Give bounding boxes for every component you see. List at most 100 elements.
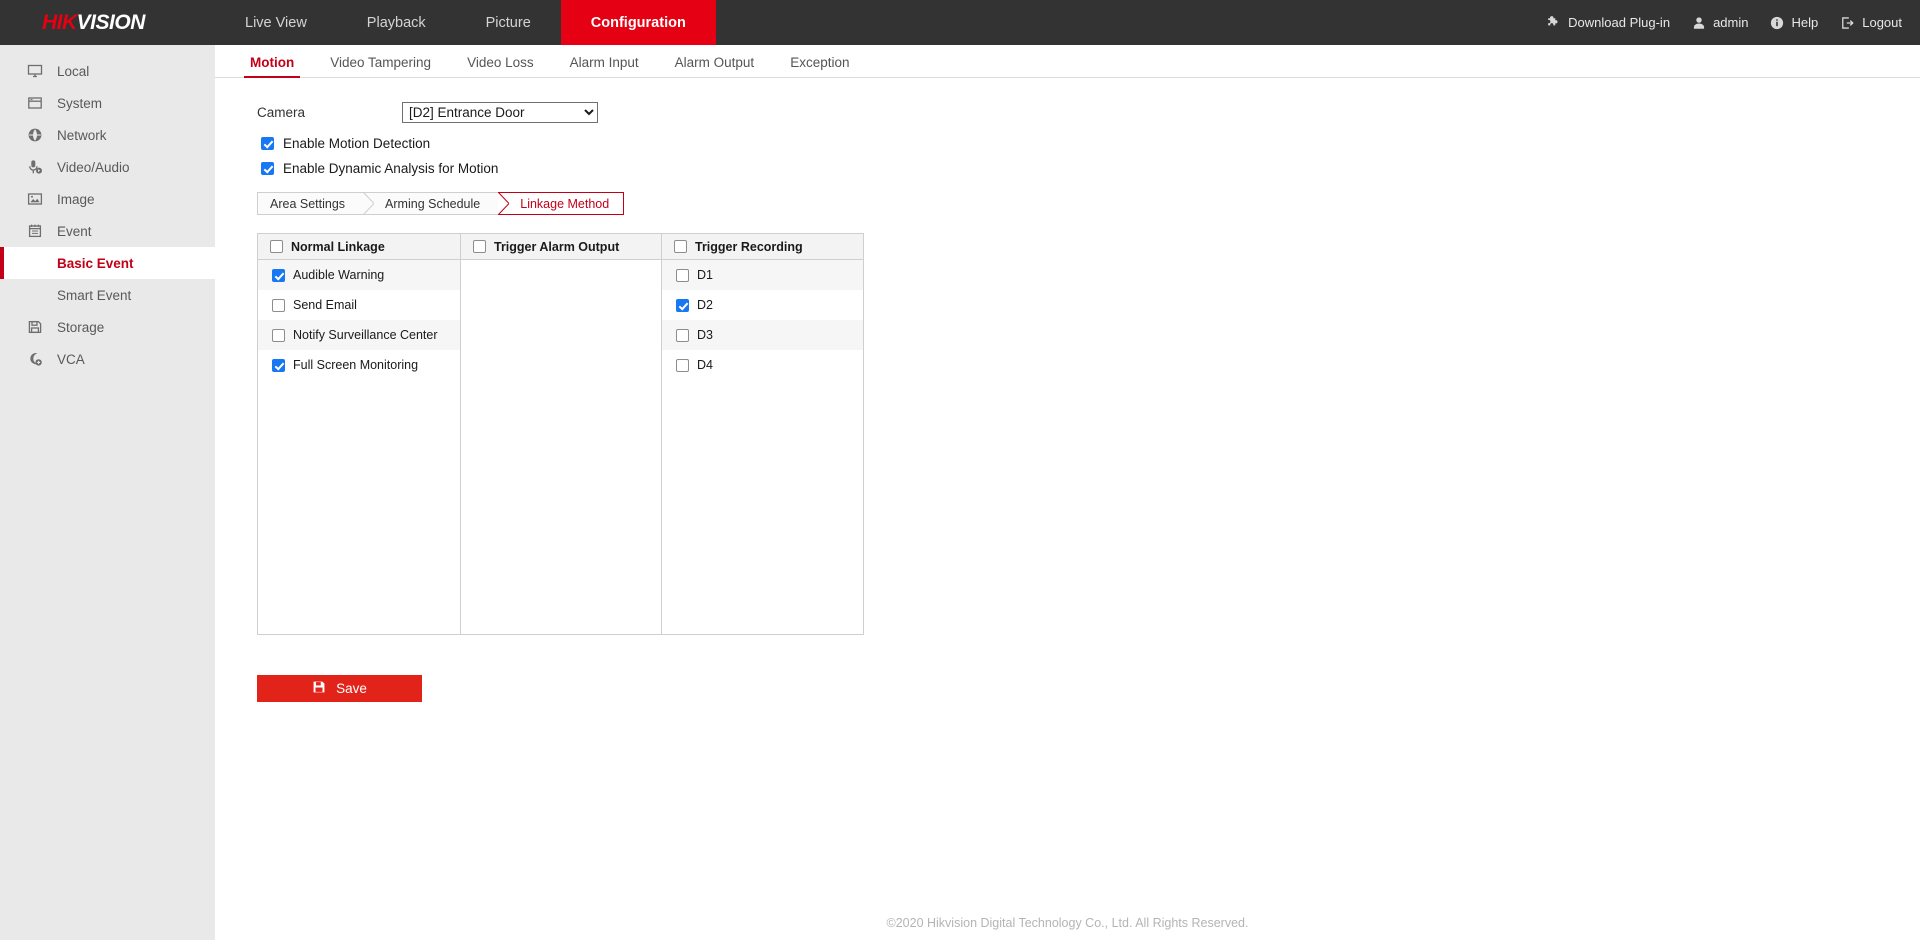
calendar-icon (26, 223, 43, 240)
sidebar-item-event[interactable]: Event (0, 215, 215, 247)
window-icon (26, 95, 43, 112)
monitor-icon (26, 63, 43, 80)
trigger-recording-d2-label: D2 (697, 298, 713, 312)
sidebar-item-basic-event[interactable]: Basic Event (0, 247, 215, 279)
brand-name-second: VISION (77, 11, 145, 34)
full-screen-monitoring-checkbox[interactable] (272, 359, 285, 372)
sidebar-item-storage[interactable]: Storage (0, 311, 215, 343)
sidebar-item-network[interactable]: Network (0, 119, 215, 151)
tab-alarm-output[interactable]: Alarm Output (657, 55, 773, 77)
sidebar-label-network: Network (57, 128, 107, 143)
page-layout: Local System Network (0, 45, 1920, 940)
trigger-recording-d3-label: D3 (697, 328, 713, 342)
download-plugin-button[interactable]: Download Plug-in (1546, 15, 1670, 30)
column-body-trigger-alarm-output (461, 260, 661, 634)
sidebar-item-video-audio[interactable]: Video/Audio (0, 151, 215, 183)
step-linkage-method-label: Linkage Method (520, 197, 609, 211)
step-separator-active-icon (498, 192, 509, 215)
sidebar-label-smart-event: Smart Event (57, 288, 131, 303)
enable-dynamic-analysis-row: Enable Dynamic Analysis for Motion (257, 161, 1920, 176)
select-all-trigger-alarm-output-checkbox[interactable] (473, 240, 486, 253)
motion-settings-panel: Camera [D1] Camera 01 [D2] Entrance Door… (215, 78, 1920, 940)
send-email-checkbox[interactable] (272, 299, 285, 312)
save-button-label: Save (336, 681, 367, 696)
camera-label: Camera (257, 105, 402, 120)
step-linkage-method[interactable]: Linkage Method (498, 192, 624, 215)
sidebar-item-smart-event[interactable]: Smart Event (0, 279, 215, 311)
step-area-settings[interactable]: Area Settings (257, 192, 363, 215)
tab-video-tampering[interactable]: Video Tampering (312, 55, 449, 77)
brand-name-first: HIK (42, 11, 77, 34)
tab-motion[interactable]: Motion (232, 55, 312, 77)
table-row-send-email: Send Email (258, 290, 460, 320)
sidebar-item-system[interactable]: System (0, 87, 215, 119)
nav-item-picture[interactable]: Picture (456, 0, 561, 45)
tab-exception[interactable]: Exception (772, 55, 867, 77)
send-email-label: Send Email (293, 298, 357, 312)
save-button[interactable]: Save (257, 675, 422, 702)
picture-icon (26, 191, 43, 208)
help-button[interactable]: Help (1770, 15, 1818, 30)
user-account-button[interactable]: admin (1692, 15, 1748, 30)
select-all-normal-linkage-checkbox[interactable] (270, 240, 283, 253)
camera-row: Camera [D1] Camera 01 [D2] Entrance Door… (257, 100, 1920, 124)
info-icon (1770, 16, 1784, 30)
full-screen-monitoring-label: Full Screen Monitoring (293, 358, 418, 372)
enable-motion-detection-label[interactable]: Enable Motion Detection (283, 136, 430, 151)
column-body-normal-linkage: Audible Warning Send Email Notify Survei… (258, 260, 460, 634)
sidebar-label-video-audio: Video/Audio (57, 160, 130, 175)
help-label: Help (1791, 15, 1818, 30)
audible-warning-label: Audible Warning (293, 268, 384, 282)
nav-item-playback[interactable]: Playback (337, 0, 456, 45)
sidebar-item-image[interactable]: Image (0, 183, 215, 215)
user-name-label: admin (1713, 15, 1748, 30)
trigger-recording-d2-checkbox[interactable] (676, 299, 689, 312)
column-header-normal-linkage: Normal Linkage (258, 234, 460, 260)
step-separator-icon (363, 192, 374, 215)
logout-button[interactable]: Logout (1840, 15, 1902, 30)
sidebar-label-local: Local (57, 64, 89, 79)
step-area-settings-label: Area Settings (270, 197, 345, 211)
logout-label: Logout (1862, 15, 1902, 30)
sidebar-item-local[interactable]: Local (0, 55, 215, 87)
trigger-recording-d4-label: D4 (697, 358, 713, 372)
enable-dynamic-analysis-checkbox[interactable] (261, 162, 274, 175)
settings-step-tabs: Area Settings Arming Schedule Linkage Me… (257, 192, 587, 215)
tab-video-loss[interactable]: Video Loss (449, 55, 552, 77)
trigger-recording-d4-checkbox[interactable] (676, 359, 689, 372)
table-row-notify-surveillance-center: Notify Surveillance Center (258, 320, 460, 350)
column-normal-linkage: Normal Linkage Audible Warning Send Emai… (258, 234, 461, 634)
notify-surveillance-center-checkbox[interactable] (272, 329, 285, 342)
enable-dynamic-analysis-label[interactable]: Enable Dynamic Analysis for Motion (283, 161, 498, 176)
header-user-controls: Download Plug-in admin Help (1546, 0, 1920, 45)
trigger-recording-d1-checkbox[interactable] (676, 269, 689, 282)
sidebar-label-system: System (57, 96, 102, 111)
table-row-d1: D1 (662, 260, 863, 290)
audible-warning-checkbox[interactable] (272, 269, 285, 282)
event-type-tabs: Motion Video Tampering Video Loss Alarm … (215, 45, 1920, 78)
trigger-recording-d1-label: D1 (697, 268, 713, 282)
enable-motion-detection-row: Enable Motion Detection (257, 136, 1920, 151)
enable-motion-detection-checkbox[interactable] (261, 137, 274, 150)
column-header-trigger-alarm-output: Trigger Alarm Output (461, 234, 661, 260)
select-all-trigger-recording-checkbox[interactable] (674, 240, 687, 253)
table-row-d3: D3 (662, 320, 863, 350)
column-trigger-recording: Trigger Recording D1 D2 D3 (662, 234, 863, 634)
step-arming-schedule[interactable]: Arming Schedule (363, 192, 498, 215)
table-row-d2: D2 (662, 290, 863, 320)
tab-alarm-input[interactable]: Alarm Input (552, 55, 657, 77)
step-arming-schedule-label: Arming Schedule (385, 197, 480, 211)
table-row-full-screen-monitoring: Full Screen Monitoring (258, 350, 460, 380)
top-header: HIKVISION Live View Playback Picture Con… (0, 0, 1920, 45)
column-header-trigger-alarm-output-label: Trigger Alarm Output (494, 240, 619, 254)
sidebar-item-vca[interactable]: VCA (0, 343, 215, 375)
sidebar-label-storage: Storage (57, 320, 104, 335)
column-header-normal-linkage-label: Normal Linkage (291, 240, 385, 254)
nav-item-live-view[interactable]: Live View (215, 0, 337, 45)
logout-icon (1840, 16, 1855, 30)
camera-select[interactable]: [D1] Camera 01 [D2] Entrance Door [D3] C… (402, 102, 598, 123)
content-area: Motion Video Tampering Video Loss Alarm … (215, 45, 1920, 940)
trigger-recording-d3-checkbox[interactable] (676, 329, 689, 342)
table-row-d4: D4 (662, 350, 863, 380)
nav-item-configuration[interactable]: Configuration (561, 0, 716, 45)
